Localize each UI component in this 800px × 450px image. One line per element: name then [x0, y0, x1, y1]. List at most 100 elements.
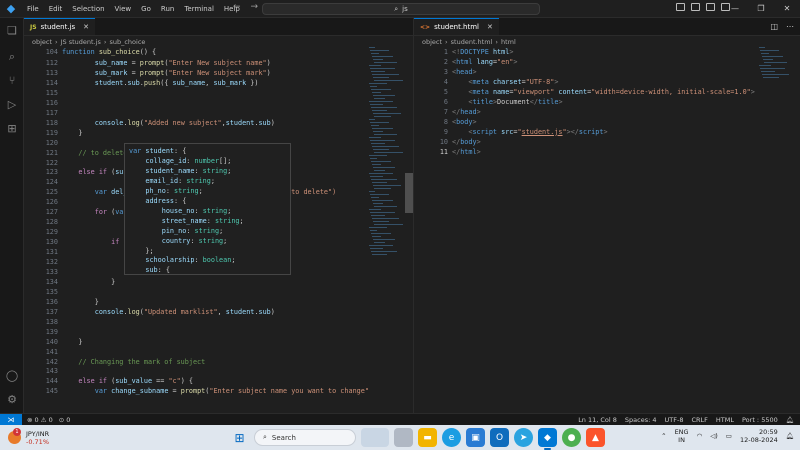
split-editor-icon[interactable]: ◫ [770, 22, 778, 31]
breadcrumb-symbol[interactable]: sub_choice [109, 38, 145, 46]
minimize-icon[interactable]: — [722, 0, 748, 18]
code-line[interactable]: 112 sub_name = prompt("Enter New subject… [24, 58, 364, 68]
cursor-position[interactable]: Ln 11, Col 8 [578, 416, 617, 424]
more-actions-icon[interactable]: ⋯ [786, 22, 794, 31]
code-line[interactable]: 115 [24, 88, 364, 98]
code-line[interactable]: 5 <meta name="viewport" content="width=d… [414, 87, 755, 97]
code-line[interactable]: 143 [24, 366, 364, 376]
code-line[interactable]: 9 <script src="student.js"></script> [414, 127, 754, 137]
volume-icon[interactable]: ◁) [710, 432, 718, 440]
code-line[interactable]: 2 <html lang="en"> [414, 57, 754, 67]
run-debug-icon[interactable]: ▷ [5, 98, 19, 112]
code-line[interactable]: 134 } [24, 277, 364, 287]
code-line[interactable]: 7 </head> [414, 107, 754, 117]
forward-arrow-icon[interactable]: → [251, 2, 259, 12]
file-explorer-icon[interactable]: ▬ [418, 428, 437, 447]
remote-indicator-icon[interactable]: ⋊ [0, 413, 22, 426]
brave-icon[interactable]: ▲ [586, 428, 605, 447]
code-line[interactable]: 140 } [24, 337, 364, 347]
code-line[interactable]: 6 <title>Document</title> [414, 97, 754, 107]
telegram-icon[interactable]: ➤ [514, 428, 533, 447]
breadcrumb-folder[interactable]: object [422, 38, 442, 46]
code-line[interactable]: 145 var change_subname = prompt("Enter s… [24, 386, 373, 396]
search-highlight-icon[interactable] [361, 428, 389, 447]
code-line[interactable]: 141 [24, 347, 364, 357]
toggle-secondary-sidebar-icon[interactable] [706, 3, 715, 11]
outlook-icon[interactable]: O [490, 428, 509, 447]
code-line[interactable]: 118 console.log("Added new subject",stud… [24, 118, 364, 128]
store-icon[interactable]: ▣ [466, 428, 485, 447]
settings-gear-icon[interactable]: ⚙ [5, 393, 19, 407]
vscode-taskbar-icon[interactable]: ◆ [538, 428, 557, 450]
encoding[interactable]: UTF-8 [665, 416, 684, 424]
scrollbar-thumb[interactable] [405, 173, 413, 213]
language-indicator[interactable]: ENG IN [675, 428, 689, 444]
notifications-bell-icon[interactable]: 🔔︎ [786, 416, 794, 424]
account-icon[interactable]: ◯ [5, 369, 19, 383]
breadcrumb-folder[interactable]: object [32, 38, 52, 46]
restore-icon[interactable]: ❐ [748, 0, 774, 18]
source-control-icon[interactable]: ⑂ [5, 74, 19, 88]
code-line[interactable]: 144 else if (sub_value == "c") { [24, 376, 364, 386]
explorer-icon[interactable]: ❏ [5, 24, 19, 38]
tab-student-html[interactable]: <> student.html ✕ [414, 18, 499, 35]
code-line[interactable]: 4 <meta charset="UTF-8"> [414, 77, 754, 87]
menu-edit[interactable]: Edit [44, 0, 68, 18]
task-view-icon[interactable] [394, 428, 413, 447]
code-line[interactable]: 113 sub_mark = prompt("Enter New subject… [24, 68, 364, 78]
close-tab-icon[interactable]: ✕ [83, 23, 89, 31]
code-line[interactable]: 137 console.log("Updated marklist", stud… [24, 307, 364, 317]
indentation[interactable]: Spaces: 4 [625, 416, 657, 424]
code-line[interactable]: 142 // Changing the mark of subject [24, 357, 364, 367]
breadcrumb-symbol[interactable]: html [501, 38, 516, 46]
code-line[interactable]: 135 [24, 287, 364, 297]
menu-terminal[interactable]: Terminal [179, 0, 219, 18]
chrome-icon[interactable]: ● [562, 428, 581, 447]
code-line[interactable]: 104 function sub_choice() { [24, 47, 364, 57]
ports-indicator[interactable]: ⊙ 0 [59, 416, 71, 424]
breadcrumb-file[interactable]: JS student.js [61, 38, 101, 46]
windows-start-icon[interactable]: ⊞ [230, 428, 249, 447]
code-line[interactable]: 116 [24, 98, 364, 108]
code-line[interactable]: 138 [24, 317, 364, 327]
code-line[interactable]: 117 [24, 108, 364, 118]
toggle-panel-icon[interactable] [691, 3, 700, 11]
code-line[interactable]: 136 } [24, 297, 364, 307]
notification-center-icon[interactable]: 🔔︎ [786, 432, 794, 440]
close-icon[interactable]: ✕ [774, 0, 800, 18]
code-line[interactable]: 8 <body> [414, 117, 754, 127]
show-hidden-icons-chevron-icon[interactable]: ⌃ [661, 432, 666, 440]
code-line[interactable]: 114 student.sub.push({ sub_name, sub_mar… [24, 78, 364, 88]
search-icon[interactable]: ⌕ [5, 50, 19, 64]
menu-file[interactable]: File [22, 0, 44, 18]
code-line[interactable]: 139 [24, 327, 364, 337]
code-line[interactable]: 119 } [24, 128, 364, 138]
line-ending[interactable]: CRLF [691, 416, 707, 424]
taskbar-search[interactable]: ⌕ Search [254, 429, 356, 446]
battery-icon[interactable]: ▭ [726, 432, 732, 440]
language-mode[interactable]: HTML [716, 416, 734, 424]
toggle-sidebar-icon[interactable] [676, 3, 685, 11]
command-center[interactable]: ⌕ js [262, 3, 540, 15]
breadcrumb-file[interactable]: student.html [451, 38, 493, 46]
wifi-icon[interactable]: ◠ [697, 432, 703, 440]
edge-browser-icon[interactable]: e [442, 428, 461, 447]
tab-student-js[interactable]: JS student.js ✕ [24, 18, 96, 35]
extensions-icon[interactable]: ⊞ [5, 122, 19, 136]
clock[interactable]: 20:59 12-08-2024 [740, 428, 778, 444]
menu-go[interactable]: Go [136, 0, 156, 18]
menu-run[interactable]: Run [156, 0, 179, 18]
problems-indicator[interactable]: ⊗ 0 ⚠ 0 [27, 416, 53, 424]
back-arrow-icon[interactable]: ← [233, 2, 241, 12]
minimap-right[interactable] [759, 47, 795, 87]
minimap-left[interactable] [369, 47, 405, 413]
menu-view[interactable]: View [110, 0, 137, 18]
code-line[interactable]: 10 </body> [414, 137, 754, 147]
live-server-port[interactable]: Port : 5500 [742, 416, 778, 424]
widgets-button[interactable]: 1 JPY/INR -0.71% [8, 428, 49, 446]
close-tab-icon[interactable]: ✕ [487, 23, 493, 31]
menu-selection[interactable]: Selection [67, 0, 109, 18]
code-line[interactable]: 3 <head> [414, 67, 754, 77]
code-line[interactable]: 11 </html> [414, 147, 754, 157]
code-line[interactable]: 1 <!DOCTYPE html> [414, 47, 754, 57]
